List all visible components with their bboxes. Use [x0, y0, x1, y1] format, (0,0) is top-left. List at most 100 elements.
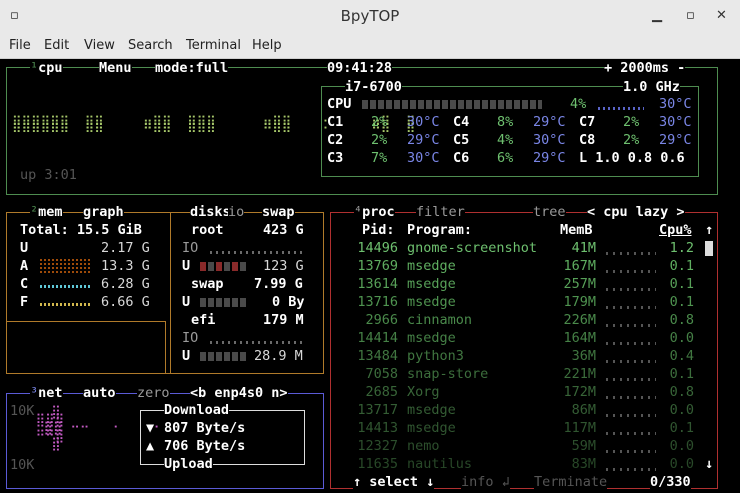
proc-mem: 117M [563, 420, 596, 436]
menu-bar: File Edit View Search Terminal Help [0, 34, 740, 59]
table-row[interactable]: 12327 nemo 59M 0.0 [336, 437, 701, 455]
disk-size: 179 M [263, 312, 304, 328]
disk-used-value: 0 By [272, 294, 305, 310]
proc-program: msedge [407, 276, 456, 292]
cpu-total-temp: 30°C [659, 96, 692, 112]
proc-info-button[interactable]: info ↲ [461, 473, 510, 491]
proc-cpu-graph [606, 324, 656, 327]
core-pct: 2% [371, 114, 388, 130]
disks-io-tab[interactable]: io [228, 203, 245, 221]
proc-mem: 172M [563, 384, 596, 400]
proc-header-cpu[interactable]: Cpu% [659, 221, 692, 239]
menu-help[interactable]: Help [252, 38, 282, 53]
net-zero-toggle[interactable]: zero [137, 384, 170, 402]
proc-scroll-down-icon[interactable]: ↓ [705, 455, 713, 473]
proc-program: nautilus [407, 456, 473, 472]
table-row[interactable]: 13484 python3 36M 0.4 [336, 347, 701, 365]
cpu-total-label: CPU [327, 96, 352, 112]
proc-mem: 167M [563, 258, 596, 274]
update-interval[interactable]: + 2000ms - [604, 59, 686, 77]
table-row[interactable]: 13717 msedge 86M 0.0 [336, 401, 701, 419]
proc-scrollbar-thumb[interactable] [705, 241, 713, 256]
menu-view[interactable]: View [84, 38, 115, 53]
upload-arrow-icon: ▲ [146, 438, 155, 454]
proc-cpu: 0.1 [669, 366, 694, 382]
table-row[interactable]: 14414 msedge 164M 0.0 [336, 329, 701, 347]
core-name: C6 [453, 150, 470, 166]
table-row[interactable]: 13614 msedge 257M 0.1 [336, 275, 701, 293]
mem-cached-key: C [20, 276, 29, 292]
proc-mem: 83M [571, 456, 596, 472]
maximize-icon[interactable]: ▫ [686, 8, 695, 23]
menu-search[interactable]: Search [128, 38, 173, 53]
mem-free-key: F [20, 294, 29, 310]
disk-used-value: 123 G [263, 258, 304, 274]
core-pct: 2% [623, 132, 640, 148]
proc-cpu-graph [606, 288, 656, 291]
cpu-model: i7-6700 [345, 78, 402, 96]
net-box-title: ³net [30, 384, 63, 402]
net-interface-selector[interactable]: <b enp4s0 n> [190, 384, 288, 402]
table-row[interactable]: 2966 cinnamon 226M 0.8 [336, 311, 701, 329]
disk-io-label: IO [182, 240, 199, 256]
core-pct: 8% [497, 114, 514, 130]
core-temp: 30°C [407, 150, 440, 166]
proc-program: msedge [407, 420, 456, 436]
disk-io-label: IO [182, 330, 199, 346]
cpu-mode-button[interactable]: mode:full [155, 59, 229, 77]
table-row[interactable]: 13716 msedge 179M 0.1 [336, 293, 701, 311]
core-name: C2 [327, 132, 344, 148]
proc-cpu: 0.1 [669, 294, 694, 310]
table-row[interactable]: 11635 nautilus 83M 0.0 [336, 455, 701, 473]
disks-swap-tab[interactable]: swap [262, 203, 295, 221]
proc-program: Xorg [407, 384, 440, 400]
cpu-menu-button[interactable]: Menu [99, 59, 132, 77]
download-label: Download [164, 401, 230, 419]
proc-pid: 2685 [365, 384, 398, 400]
proc-cpu-graph [606, 342, 656, 345]
core-temp: 30°C [407, 114, 440, 130]
proc-tree-toggle[interactable]: tree [533, 203, 566, 221]
minimize-icon[interactable]: ▁ [652, 8, 662, 23]
net-auto-toggle[interactable]: auto [83, 384, 116, 402]
proc-mem: 86M [571, 402, 596, 418]
proc-program: python3 [407, 348, 464, 364]
core-pct: 2% [623, 114, 640, 130]
proc-sort-selector[interactable]: < cpu lazy > [587, 203, 685, 221]
proc-scroll-up-icon[interactable]: ↑ [705, 221, 713, 239]
close-icon[interactable]: ✕ [716, 8, 727, 23]
proc-terminate-button[interactable]: Terminate [534, 473, 608, 491]
table-row[interactable]: 2685 Xorg 172M 0.8 [336, 383, 701, 401]
menu-edit[interactable]: Edit [44, 38, 69, 53]
proc-box-title: ⁴proc [354, 203, 395, 221]
disks-divider [170, 212, 171, 374]
mem-graph-toggle[interactable]: graph [83, 203, 124, 221]
table-row[interactable]: 14413 msedge 117M 0.1 [336, 419, 701, 437]
core-temp: 30°C [659, 114, 692, 130]
core-temp: 29°C [407, 132, 440, 148]
upload-rate: 706 Byte/s [164, 438, 246, 454]
proc-cpu-graph [606, 468, 656, 471]
disk-used-key: U [182, 348, 191, 364]
proc-filter-button[interactable]: filter [416, 203, 465, 221]
cpu-frequency: 1.0 GHz [623, 78, 680, 96]
table-row[interactable]: 13769 msedge 167M 0.1 [336, 257, 701, 275]
proc-pid: 14414 [357, 330, 398, 346]
proc-header-pid[interactable]: Pid: [362, 221, 395, 239]
menu-file[interactable]: File [9, 38, 31, 53]
table-row[interactable]: 7058 snap-store 221M 0.1 [336, 365, 701, 383]
menu-terminal[interactable]: Terminal [186, 38, 241, 53]
core-name: C3 [327, 150, 344, 166]
proc-select-hint[interactable]: ↑ select ↓ [353, 473, 435, 491]
proc-header-program[interactable]: Program: [407, 221, 472, 239]
proc-header-mem[interactable]: MemB [560, 221, 593, 239]
disks-tab[interactable]: disks [190, 203, 231, 221]
mem-available-graph [40, 259, 92, 273]
mem-available-value: 13.3 G [101, 258, 150, 274]
proc-pid: 2966 [365, 312, 398, 328]
table-row[interactable]: 14496 gnome-screenshot 41M 1.2 [336, 239, 701, 257]
load-average: L 1.0 0.8 0.6 [579, 150, 685, 166]
proc-cpu-graph [606, 306, 656, 309]
disk-used-value: 28.9 M [254, 348, 303, 364]
download-arrow-icon: ▼ [146, 420, 155, 436]
